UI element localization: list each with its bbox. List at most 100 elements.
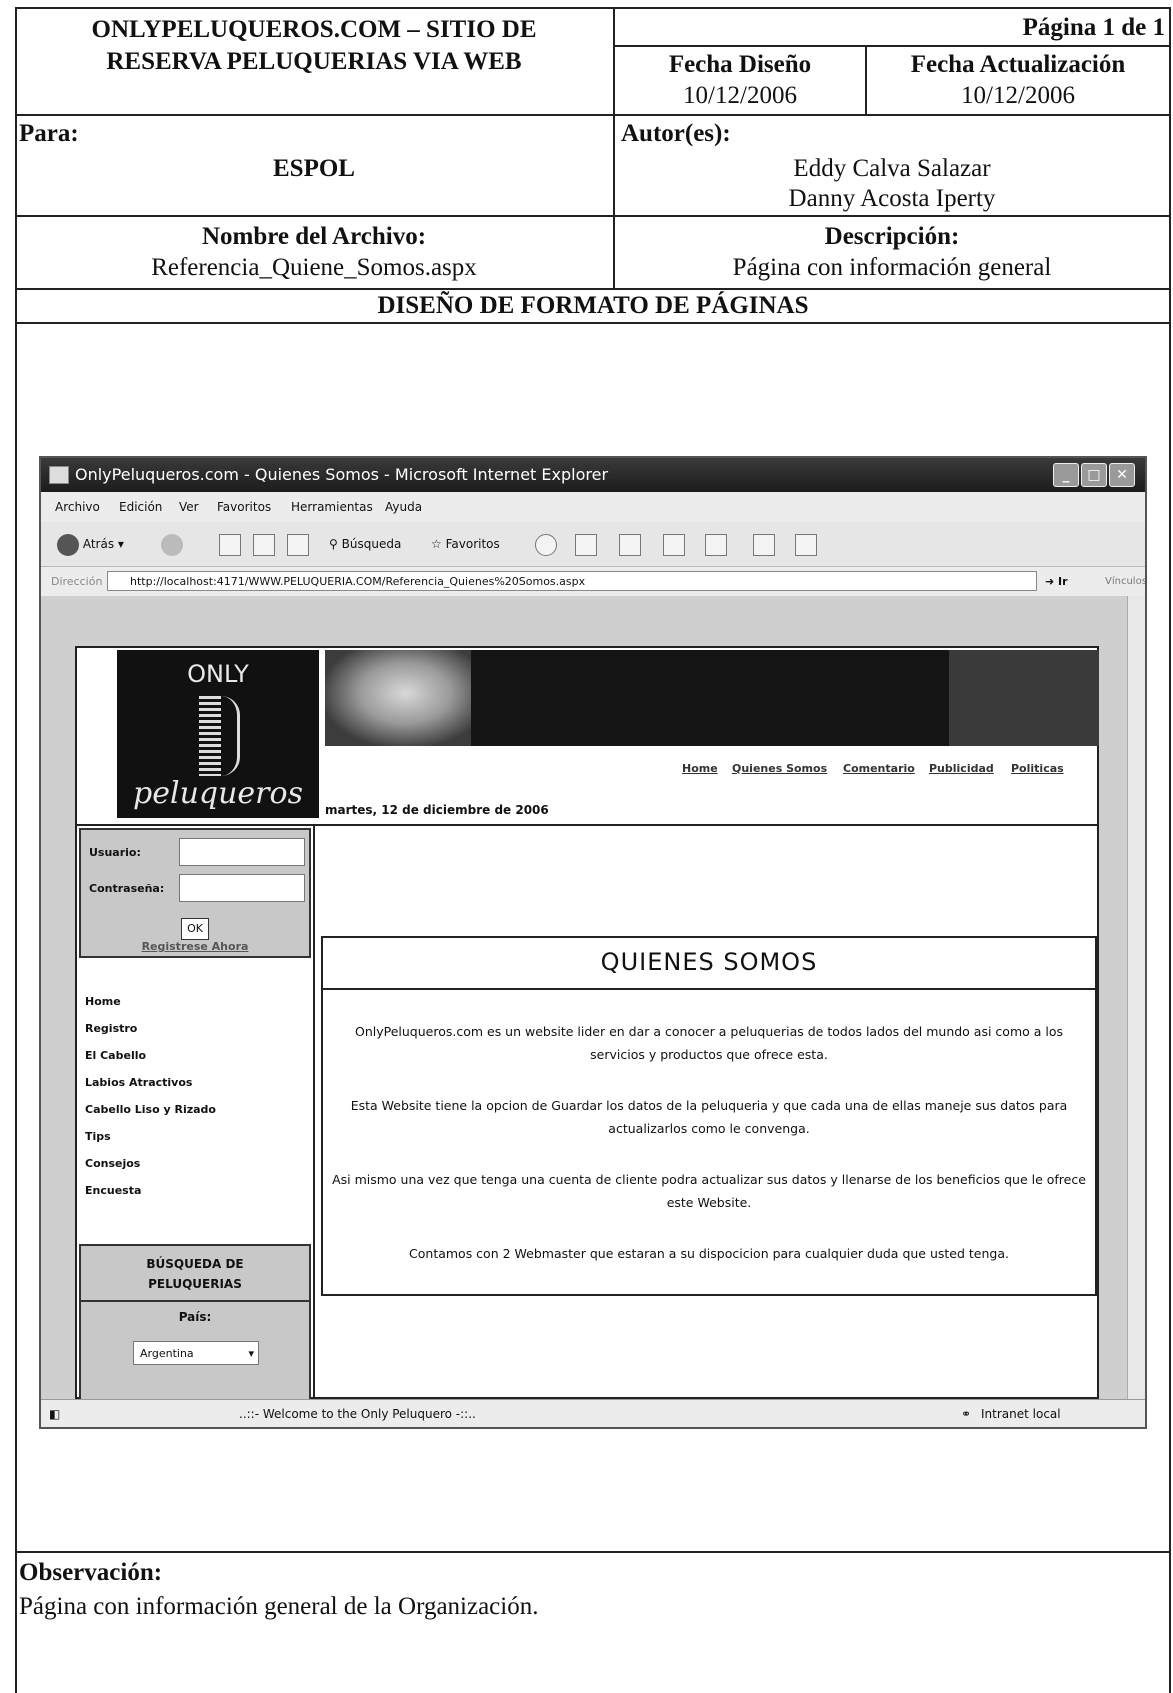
print-icon[interactable] (619, 534, 641, 556)
menu-item-cabello-liso[interactable]: Cabello Liso y Rizado (85, 1096, 216, 1123)
browser-viewport: ONLY peluqueros Home Quienes Somos Comen… (41, 596, 1127, 1401)
menu-edicion[interactable]: Edición (119, 492, 162, 522)
research-icon[interactable] (753, 534, 775, 556)
author-2: Danny Acosta Iperty (788, 185, 996, 212)
logo-top-text: ONLY (187, 660, 249, 688)
refresh-icon[interactable] (253, 534, 275, 556)
messenger-icon[interactable] (795, 534, 817, 556)
menu-archivo[interactable]: Archivo (55, 492, 100, 522)
search-box: BÚSQUEDA DE PELUQUERIAS País: Argentina … (79, 1244, 311, 1401)
nav-politicas[interactable]: Politicas (1011, 762, 1064, 775)
observation-text: Página con información general de la Org… (19, 1593, 539, 1620)
banner-shade (949, 650, 1099, 746)
menu-favoritos[interactable]: Favoritos (217, 492, 271, 522)
logo-mark-curve (221, 696, 240, 776)
search-title-line1: BÚSQUEDA DE (146, 1257, 244, 1271)
nav-quienes-somos[interactable]: Quienes Somos (732, 762, 827, 775)
menu-herramientas[interactable]: Herramientas (291, 492, 373, 522)
section-title: DISEÑO DE FORMATO DE PÁGINAS (377, 292, 809, 319)
register-link[interactable]: Registrese Ahora (81, 940, 309, 953)
design-date-label: Fecha Diseño (668, 51, 812, 78)
chevron-down-icon: ▾ (248, 1347, 254, 1360)
author-1: Eddy Calva Salazar (793, 155, 991, 182)
search-divider (81, 1300, 309, 1302)
observation-label: Observación: (19, 1559, 163, 1586)
table-rule (15, 114, 1171, 116)
about-title: QUIENES SOMOS (600, 948, 818, 976)
para-label: Para: (19, 120, 79, 147)
about-panel: QUIENES SOMOS OnlyPeluqueros.com es un w… (321, 936, 1097, 1296)
menu-item-consejos[interactable]: Consejos (85, 1150, 216, 1177)
table-rule (613, 45, 1171, 47)
doc-title-line1: ONLYPELUQUEROS.COM – SITIO DE (91, 16, 537, 43)
mail-icon[interactable] (575, 534, 597, 556)
discuss-icon[interactable] (705, 534, 727, 556)
menu-ver[interactable]: Ver (179, 492, 199, 522)
search-button[interactable]: ⚲ Búsqueda (329, 533, 401, 555)
window-title: OnlyPeluqueros.com - Quienes Somos - Mic… (75, 465, 609, 484)
favorites-label: Favoritos (445, 537, 500, 551)
forward-button[interactable] (161, 533, 183, 556)
status-text: ..::- Welcome to the Only Peluquero -::.… (239, 1407, 476, 1421)
history-icon[interactable] (535, 534, 557, 556)
table-border-right (1169, 7, 1171, 1693)
ie-icon (49, 466, 69, 484)
logo-mark (199, 696, 221, 776)
favorites-button[interactable]: ☆ Favoritos (431, 533, 500, 555)
filename-label: Nombre del Archivo: (201, 223, 427, 250)
intranet-icon: ⚭ (961, 1407, 972, 1421)
menu-bar: Archivo Edición Ver Favoritos Herramient… (41, 492, 1145, 522)
search-title: BÚSQUEDA DE PELUQUERIAS (81, 1254, 309, 1294)
menu-item-encuesta[interactable]: Encuesta (85, 1177, 216, 1204)
update-date: 10/12/2006 (961, 82, 1075, 109)
back-button[interactable]: Atrás ▾ (57, 533, 124, 556)
country-select[interactable]: Argentina ▾ (133, 1341, 259, 1365)
description-label: Descripción: (824, 223, 960, 250)
document-sheet: ONLYPELUQUEROS.COM – SITIO DE RESERVA PE… (15, 7, 1171, 1693)
address-input[interactable]: http://localhost:4171/WWW.PELUQUERIA.COM… (107, 571, 1037, 591)
maximize-icon[interactable]: □ (1081, 463, 1107, 487)
go-label: Ir (1058, 575, 1068, 588)
minimize-icon[interactable]: _ (1053, 463, 1079, 487)
country-label: País: (178, 1310, 212, 1324)
header-divider (77, 824, 1097, 826)
address-label: Dirección (51, 575, 103, 588)
site-logo: ONLY peluqueros (117, 650, 319, 818)
password-input[interactable] (179, 874, 305, 902)
table-rule (15, 1551, 1171, 1553)
design-date: 10/12/2006 (683, 82, 797, 109)
login-box: Usuario: Contraseña: OK Registrese Ahora (79, 828, 311, 958)
menu-item-home[interactable]: Home (85, 988, 216, 1015)
about-paragraph-1: OnlyPeluqueros.com es un website lider e… (354, 1024, 1064, 1062)
left-column-divider (313, 826, 315, 1401)
home-icon[interactable] (287, 534, 309, 556)
page-status-icon: ◧ (49, 1407, 61, 1421)
nav-publicidad[interactable]: Publicidad (929, 762, 994, 775)
menu-item-el-cabello[interactable]: El Cabello (85, 1042, 216, 1069)
stop-icon[interactable] (219, 534, 241, 556)
links-label[interactable]: Vínculos (1105, 567, 1145, 597)
password-label: Contraseña: (89, 882, 165, 895)
menu-ayuda[interactable]: Ayuda (385, 492, 422, 522)
search-label: Búsqueda (341, 537, 402, 551)
nav-comentario[interactable]: Comentario (843, 762, 915, 775)
edit-icon[interactable] (663, 534, 685, 556)
banner-face-image (325, 650, 471, 746)
go-button[interactable]: ➜ Ir (1045, 567, 1068, 597)
browser-screenshot: OnlyPeluqueros.com - Quienes Somos - Mic… (39, 456, 1147, 1429)
authors-label: Autor(es): (621, 120, 731, 147)
site-date: martes, 12 de diciembre de 2006 (325, 803, 549, 817)
menu-item-tips[interactable]: Tips (85, 1123, 216, 1150)
user-input[interactable] (179, 838, 305, 866)
vertical-scrollbar[interactable] (1127, 596, 1145, 1399)
forward-arrow-icon (161, 533, 183, 556)
filename: Referencia_Quiene_Somos.aspx (151, 254, 477, 281)
menu-item-registro[interactable]: Registro (85, 1015, 216, 1042)
ok-button[interactable]: OK (181, 918, 209, 940)
menu-item-labios[interactable]: Labios Atractivos (85, 1069, 216, 1096)
nav-home[interactable]: Home (682, 762, 718, 775)
close-icon[interactable]: ✕ (1109, 463, 1135, 487)
table-border-top (15, 7, 1171, 9)
site-menu: Home Registro El Cabello Labios Atractiv… (85, 988, 216, 1204)
page-number: Página 1 de 1 (1022, 14, 1165, 41)
